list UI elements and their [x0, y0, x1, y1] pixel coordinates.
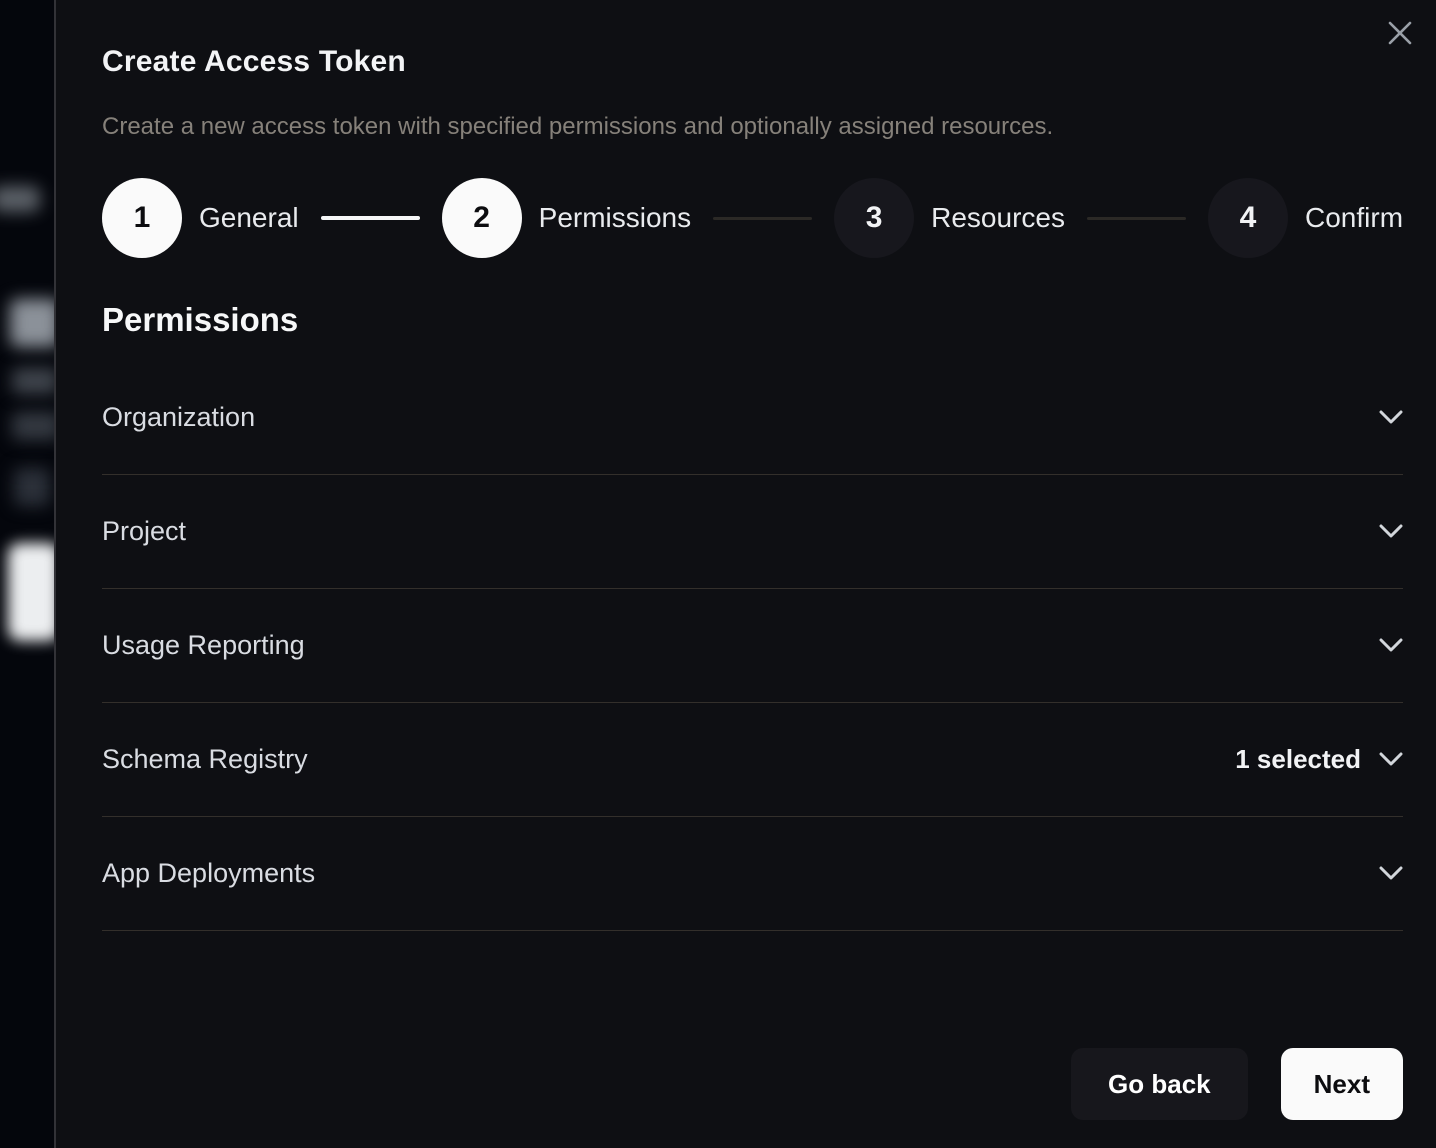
- chevron-down-icon: [1379, 524, 1403, 539]
- modal-subtitle: Create a new access token with specified…: [102, 113, 1403, 141]
- next-button[interactable]: Next: [1281, 1048, 1403, 1120]
- group-right: [1379, 410, 1403, 425]
- step-3-label: Resources: [931, 202, 1065, 234]
- group-right: [1379, 638, 1403, 653]
- blurred-sidebar-item: [0, 186, 40, 212]
- go-back-button[interactable]: Go back: [1071, 1048, 1248, 1120]
- close-icon: [1387, 20, 1413, 49]
- create-access-token-modal: Create Access Token Create a new access …: [54, 0, 1436, 1148]
- step-connector-3-4: [1087, 217, 1186, 220]
- group-label: Schema Registry: [102, 744, 308, 775]
- modal-title: Create Access Token: [102, 44, 1403, 80]
- step-4-circle: 4: [1208, 178, 1288, 258]
- blurred-sidebar-item: [12, 412, 56, 440]
- chevron-down-icon: [1379, 866, 1403, 881]
- step-connector-1-2: [321, 216, 420, 220]
- blurred-sidebar-item: [8, 543, 56, 641]
- step-confirm[interactable]: 4 Confirm: [1208, 178, 1403, 258]
- close-button[interactable]: [1382, 16, 1418, 52]
- chevron-down-icon: [1379, 752, 1403, 767]
- permissions-heading: Permissions: [102, 302, 1403, 338]
- permission-group-usage-reporting[interactable]: Usage Reporting: [102, 589, 1403, 703]
- blurred-sidebar-item: [12, 368, 56, 394]
- step-2-label: Permissions: [539, 202, 691, 234]
- step-1-label: General: [199, 202, 299, 234]
- group-right: [1379, 866, 1403, 881]
- chevron-down-icon: [1379, 410, 1403, 425]
- step-3-circle: 3: [834, 178, 914, 258]
- blurred-sidebar-item: [14, 468, 50, 506]
- blurred-sidebar-item: [10, 299, 56, 347]
- permission-group-schema-registry[interactable]: Schema Registry 1 selected: [102, 703, 1403, 817]
- group-label: App Deployments: [102, 858, 315, 889]
- step-1-circle: 1: [102, 178, 182, 258]
- step-resources[interactable]: 3 Resources: [834, 178, 1065, 258]
- step-general[interactable]: 1 General: [102, 178, 299, 258]
- group-label: Organization: [102, 402, 255, 433]
- group-label: Usage Reporting: [102, 630, 305, 661]
- permission-group-project[interactable]: Project: [102, 475, 1403, 589]
- permission-group-app-deployments[interactable]: App Deployments: [102, 817, 1403, 931]
- step-2-number: 2: [473, 201, 490, 235]
- permission-group-organization[interactable]: Organization: [102, 361, 1403, 475]
- step-connector-2-3: [713, 217, 812, 220]
- step-4-label: Confirm: [1305, 202, 1403, 234]
- step-2-circle: 2: [442, 178, 522, 258]
- modal-footer: Go back Next: [1071, 1048, 1403, 1120]
- step-4-number: 4: [1240, 201, 1257, 235]
- step-3-number: 3: [866, 201, 883, 235]
- chevron-down-icon: [1379, 638, 1403, 653]
- wizard-stepper: 1 General 2 Permissions 3 Resources 4 Co…: [102, 178, 1403, 258]
- group-selected-count: 1 selected: [1235, 744, 1361, 775]
- permission-groups: Organization Project Usage Reporting: [102, 361, 1403, 931]
- step-permissions[interactable]: 2 Permissions: [442, 178, 691, 258]
- group-right: [1379, 524, 1403, 539]
- step-1-number: 1: [134, 201, 151, 235]
- group-right: 1 selected: [1235, 744, 1403, 775]
- group-label: Project: [102, 516, 186, 547]
- background-app-sidebar: [0, 0, 56, 1148]
